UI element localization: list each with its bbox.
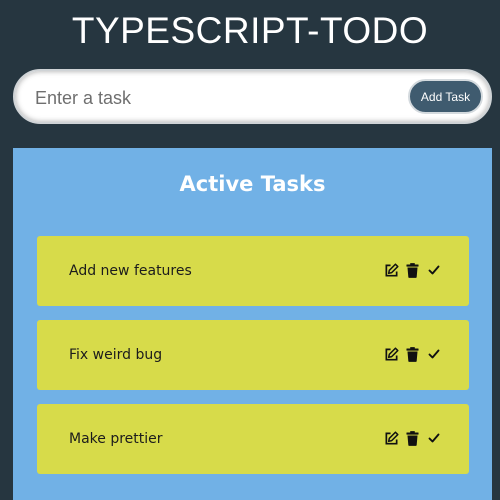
task-input[interactable] <box>33 77 397 119</box>
active-tasks-panel: Active Tasks Add new features Fix weird … <box>13 148 492 500</box>
task-actions <box>384 429 441 447</box>
task-text: Add new features <box>69 263 192 279</box>
trash-icon[interactable] <box>405 430 420 446</box>
active-tasks-heading: Active Tasks <box>179 172 326 196</box>
task-actions <box>384 261 441 279</box>
app-title: TYPESCRIPT-TODO <box>71 10 429 51</box>
task-text: Fix weird bug <box>69 347 163 363</box>
trash-icon[interactable] <box>405 346 420 362</box>
task-text: Make prettier <box>69 431 163 447</box>
checkmark-icon[interactable] <box>426 346 441 362</box>
task-actions <box>384 345 441 363</box>
edit-icon[interactable] <box>384 430 399 446</box>
task-item: Make prettier <box>37 404 469 474</box>
edit-icon[interactable] <box>384 262 399 278</box>
checkmark-icon[interactable] <box>426 262 441 278</box>
add-task-button[interactable]: Add Task <box>408 79 483 114</box>
trash-icon[interactable] <box>405 262 420 278</box>
checkmark-icon[interactable] <box>426 430 441 446</box>
task-item: Add new features <box>37 236 469 306</box>
task-input-bar: Add Task <box>13 69 492 124</box>
todo-app: TYPESCRIPT-TODO Add Task Active Tasks Ad… <box>0 0 500 500</box>
task-item: Fix weird bug <box>37 320 469 390</box>
edit-icon[interactable] <box>384 346 399 362</box>
